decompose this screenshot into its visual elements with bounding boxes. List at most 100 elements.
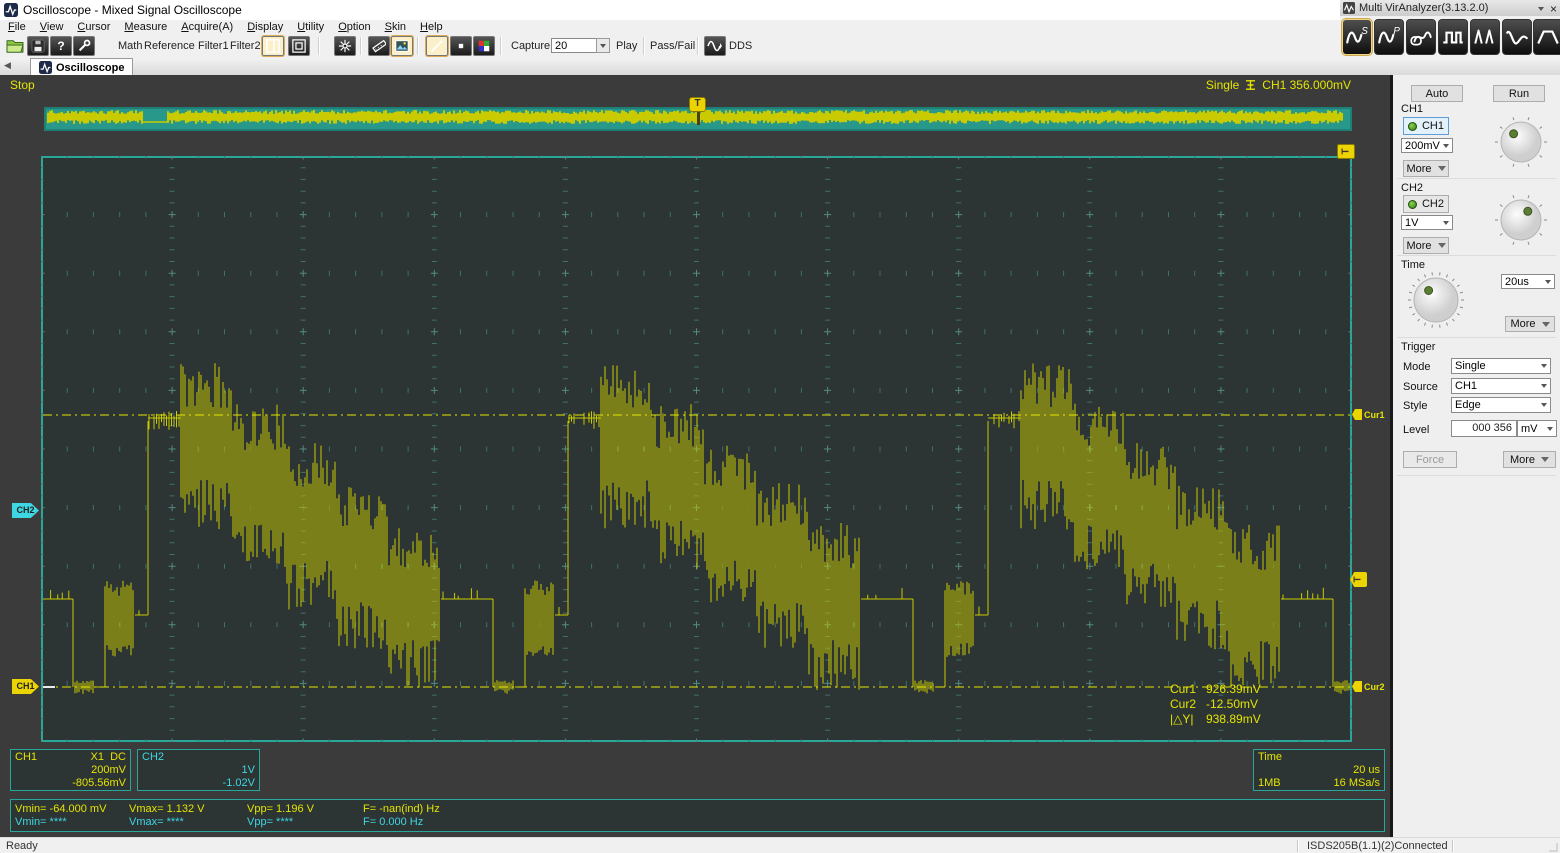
analyzer-scope-p-button[interactable]: P: [1374, 19, 1404, 55]
force-trigger-button[interactable]: Force: [1403, 451, 1457, 468]
screenshot-button[interactable]: [390, 35, 414, 57]
vpp-ch2: Vpp= ****: [247, 816, 294, 828]
ch1-more-button[interactable]: More: [1403, 160, 1449, 177]
menu-view[interactable]: View: [40, 21, 64, 33]
cursor1-handle[interactable]: [1352, 409, 1362, 420]
line-icon: [431, 40, 443, 52]
cursor2-value-row: Cur2 -12.50mV: [1170, 697, 1261, 712]
analyzer-scope-s-button[interactable]: S: [1342, 19, 1372, 55]
run-button[interactable]: Run: [1493, 85, 1545, 102]
vmax-ch1: Vmax= 1.132 V: [129, 803, 205, 815]
ch2-offset-knob[interactable]: [1493, 192, 1549, 248]
trigger-mode-select[interactable]: Single: [1451, 358, 1551, 374]
window-titlebar: Oscilloscope - Mixed Signal Oscilloscope: [0, 0, 1340, 20]
ch2-scale-select[interactable]: 1V: [1401, 215, 1453, 230]
analyzer-logic-button[interactable]: [1438, 19, 1468, 55]
open-file-button[interactable]: [4, 36, 26, 56]
toolbar-math-button[interactable]: Math: [118, 40, 142, 52]
trigger-level-input[interactable]: 000 356: [1451, 420, 1517, 437]
trigger-position-marker[interactable]: T: [689, 97, 706, 112]
ch2-enable-button[interactable]: CH2: [1403, 195, 1449, 213]
trigger-mode-label: Single: [1205, 78, 1240, 92]
trigger-more-button[interactable]: More: [1503, 451, 1556, 468]
menu-cursor[interactable]: Cursor: [77, 21, 110, 33]
ch1-scale-select[interactable]: 200mV: [1401, 138, 1453, 153]
center-waveform-button[interactable]: [334, 36, 356, 56]
trigger-mode-row-label: Mode: [1403, 361, 1431, 373]
freq-ch2: F= 0.000 Hz: [363, 816, 424, 828]
trigger-symbol-icon: [1246, 80, 1256, 90]
capture-count-input[interactable]: 20: [551, 38, 597, 53]
toolbar-reference-button[interactable]: Reference: [144, 40, 195, 52]
menu-skin[interactable]: Skin: [385, 21, 406, 33]
ch2-info-box[interactable]: CH2 1V -1.02V: [137, 749, 260, 791]
dds-button[interactable]: [704, 36, 726, 56]
help-icon: ?: [57, 39, 65, 53]
time-more-label: More: [1510, 318, 1536, 330]
trigger-source-select[interactable]: CH1: [1451, 378, 1551, 394]
ch1-info-box[interactable]: CH1 X1 DC 200mV -805.56mV: [10, 749, 131, 791]
group-separator: [1397, 178, 1556, 179]
ch1-enable-button[interactable]: CH1: [1403, 117, 1449, 135]
analyzer-pulse-button[interactable]: [1470, 19, 1500, 55]
passfail-button[interactable]: Pass/Fail: [650, 40, 695, 52]
tab-oscilloscope[interactable]: Oscilloscope: [30, 58, 134, 76]
menu-help[interactable]: Help: [420, 21, 443, 33]
svg-text:S: S: [1361, 26, 1368, 37]
time-info-box[interactable]: Time 20 us 1MB 16 MSa/s: [1253, 749, 1385, 791]
ch1-zero-marker[interactable]: CH1: [12, 679, 39, 694]
menu-utility[interactable]: Utility: [297, 21, 324, 33]
control-panel: Auto Run CH1 CH1 200mV More CH2 CH2 1V M…: [1390, 75, 1560, 837]
save-button[interactable]: [27, 36, 49, 56]
cursor-delta-label: |△Y|: [1170, 712, 1194, 726]
ch2-box-offset: -1.02V: [222, 777, 255, 789]
single-view-button[interactable]: [288, 36, 310, 56]
menu-display[interactable]: Display: [247, 21, 283, 33]
help-button[interactable]: ?: [50, 36, 72, 56]
dds-label[interactable]: DDS: [729, 40, 752, 52]
ch1-scale-value: 200mV: [1405, 139, 1440, 152]
ch1-box-offset: -805.56mV: [72, 777, 126, 789]
ch1-box-scale: 200mV: [91, 764, 126, 776]
trigger-level-unit-select[interactable]: mV: [1517, 420, 1557, 437]
analyzer-filter-button[interactable]: [1533, 19, 1560, 55]
ch1-group-label: CH1: [1401, 103, 1424, 115]
play-button[interactable]: Play: [616, 40, 637, 52]
menu-option[interactable]: Option: [338, 21, 370, 33]
auto-button[interactable]: Auto: [1411, 85, 1463, 102]
tab-scroll-left-icon[interactable]: ◀: [4, 60, 11, 71]
trigger-source-row-label: Source: [1403, 381, 1438, 393]
toolbar-filter2-button[interactable]: Filter2: [230, 40, 261, 52]
settings-button[interactable]: [73, 36, 95, 56]
analyzer-game-wave-button[interactable]: [1406, 19, 1436, 55]
trigger-style-select[interactable]: Edge: [1451, 397, 1551, 413]
cursor2-handle[interactable]: [1352, 681, 1362, 692]
line-draw-button[interactable]: [425, 35, 449, 57]
analyzer-sweep-button[interactable]: [1502, 19, 1532, 55]
main-toolbar: ? Math Reference Filter1 Filter2 Capture…: [0, 34, 1340, 59]
point-draw-button[interactable]: [450, 36, 472, 56]
trigger-time-flag[interactable]: T: [1337, 144, 1355, 159]
menu-acquire[interactable]: Acquire(A): [181, 21, 233, 33]
menu-file[interactable]: File: [8, 21, 26, 33]
ch2-more-button[interactable]: More: [1403, 237, 1449, 254]
trigger-level-marker[interactable]: T: [1350, 572, 1367, 587]
timebase-select[interactable]: 20us: [1501, 274, 1555, 289]
waveform-plot[interactable]: [41, 156, 1352, 742]
split-view-button[interactable]: [261, 35, 285, 57]
status-separator: [1452, 840, 1453, 852]
analyzer-collapse-icon[interactable]: [1537, 7, 1544, 11]
timebase-knob[interactable]: [1405, 269, 1467, 331]
time-more-button[interactable]: More: [1505, 316, 1555, 332]
menu-measure[interactable]: Measure: [124, 21, 167, 33]
ruler-button[interactable]: [368, 36, 390, 56]
color-picker-button[interactable]: [473, 36, 495, 56]
resize-grip-icon[interactable]: [1547, 841, 1559, 853]
analyzer-close-icon[interactable]: ×: [1550, 2, 1557, 16]
image-icon: [395, 40, 409, 52]
ch1-led-icon: [1408, 121, 1417, 131]
toolbar-filter1-button[interactable]: Filter1: [198, 40, 229, 52]
ch2-zero-marker[interactable]: CH2: [12, 503, 39, 518]
capture-count-dropdown[interactable]: [596, 38, 610, 53]
ch1-offset-knob[interactable]: [1493, 114, 1549, 170]
